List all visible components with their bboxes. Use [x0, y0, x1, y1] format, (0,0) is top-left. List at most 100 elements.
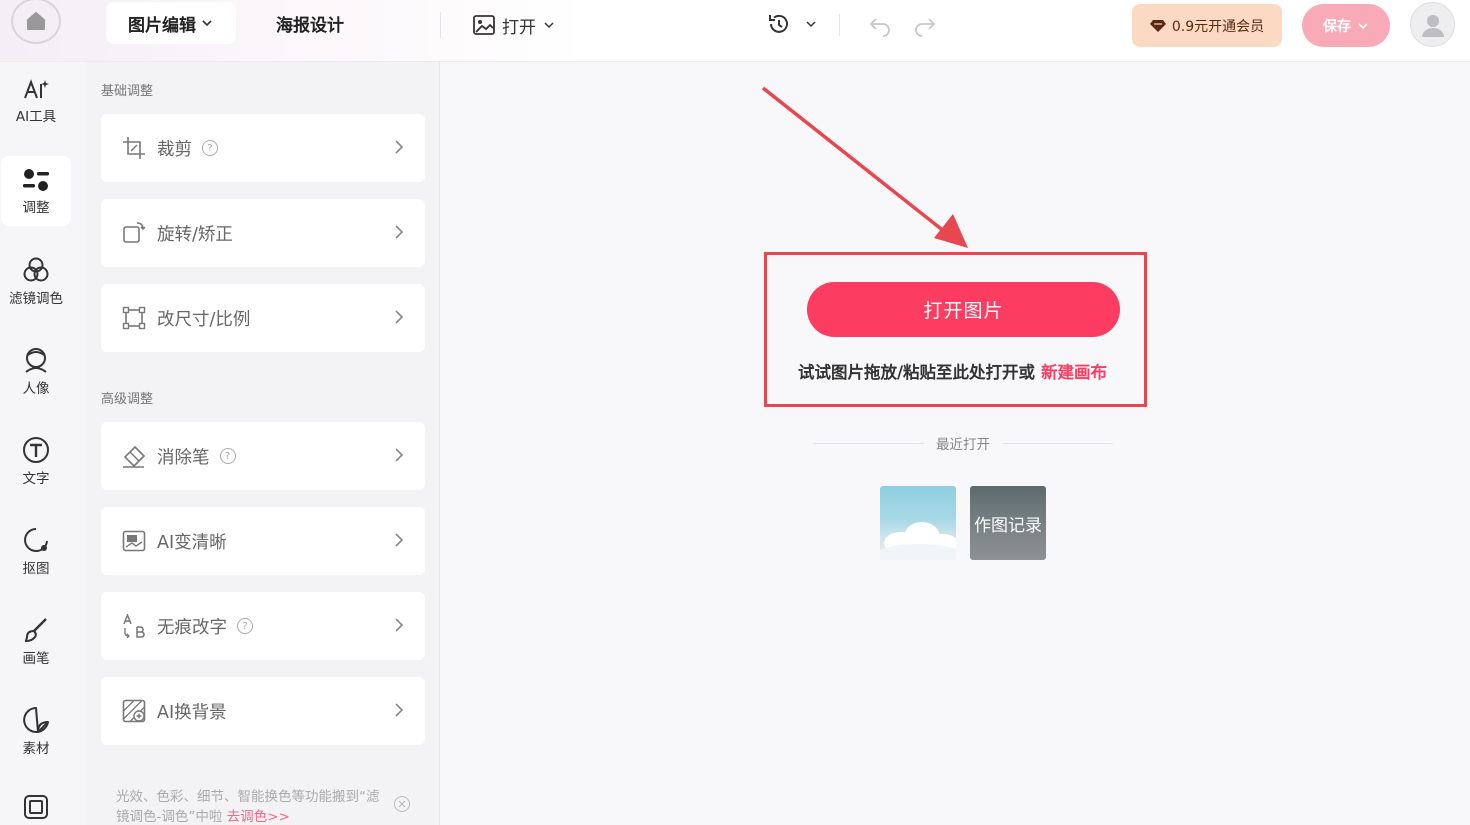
history-icon	[769, 14, 788, 33]
adjust-icon	[23, 168, 49, 191]
divider	[839, 14, 840, 36]
tool-crop-label: 裁剪	[157, 139, 192, 160]
recent-thumbnail[interactable]	[880, 486, 956, 560]
save-button[interactable]: 保存	[1302, 4, 1390, 47]
chevron-right-icon	[395, 618, 404, 632]
tool-text-replace[interactable]: 无痕改字 ?	[101, 592, 425, 660]
tool-resize-label: 改尺寸/比例	[157, 309, 251, 330]
tab-poster-design-label: 海报设计	[276, 15, 344, 36]
sticker-icon	[23, 706, 49, 733]
chevron-right-icon	[395, 533, 404, 547]
help-icon[interactable]: ?	[237, 618, 253, 634]
home-button[interactable]	[11, 0, 61, 44]
recent-divider: 最近打开	[813, 433, 1113, 453]
open-menu[interactable]: 打开	[472, 12, 556, 38]
help-icon[interactable]: ?	[219, 448, 236, 464]
rail-item-frame[interactable]	[1, 786, 71, 825]
avatar[interactable]	[1410, 2, 1455, 47]
chevron-right-icon	[395, 703, 404, 717]
tool-rotate[interactable]: 旋转/矫正	[101, 199, 425, 267]
tool-eraser[interactable]: 消除笔 ?	[101, 422, 425, 490]
recent-label: 最近打开	[936, 437, 990, 453]
chevron-down-icon	[1358, 22, 1368, 29]
tab-image-edit[interactable]: 图片编辑	[106, 2, 236, 44]
top-bar: 图片编辑 海报设计 打开 0.9元开通会员 保存	[0, 0, 1470, 62]
rail-item-label: 文字	[22, 470, 50, 487]
redo-button[interactable]	[913, 13, 937, 41]
rail-item-cutout[interactable]: 抠图	[1, 516, 71, 586]
resize-icon	[121, 305, 147, 331]
tool-resize[interactable]: 改尺寸/比例	[101, 284, 425, 352]
rail-item-portrait[interactable]: 人像	[1, 336, 71, 406]
home-icon	[27, 12, 45, 30]
open-image-button[interactable]: 打开图片	[807, 282, 1120, 337]
tool-ai-background[interactable]: AI换背景	[101, 677, 425, 745]
divider	[440, 12, 441, 38]
drop-hint: 试试图片拖放/粘贴至此处打开或 新建画布	[798, 359, 1107, 383]
cutout-icon	[24, 527, 48, 552]
rail-item-ai-tools[interactable]: AI工具	[1, 66, 71, 136]
rotate-icon	[121, 220, 147, 246]
rail-item-label: 素材	[22, 740, 50, 757]
undo-icon	[869, 18, 890, 37]
chevron-down-icon	[806, 21, 816, 28]
crop-icon	[121, 135, 147, 161]
background-icon	[121, 698, 147, 724]
section-title-advanced: 高级调整	[101, 392, 154, 407]
help-icon[interactable]: ?	[202, 140, 218, 156]
ai-tools-icon	[24, 78, 49, 98]
tool-rotate-label: 旋转/矫正	[157, 224, 233, 245]
chevron-down-icon	[202, 20, 212, 27]
left-rail: AI工具 调整 滤镜调色 人像 文字 抠图 画笔 素材	[0, 62, 86, 825]
rail-item-label: AI工具	[15, 108, 57, 125]
chevron-right-icon	[395, 140, 404, 154]
divider	[1002, 442, 1113, 444]
user-icon	[1421, 14, 1444, 37]
drop-hint-text: 试试图片拖放/粘贴至此处打开或	[798, 363, 1036, 382]
text-icon	[23, 436, 49, 463]
rail-item-label: 调整	[22, 199, 50, 216]
rail-item-adjust[interactable]: 调整	[1, 156, 71, 226]
tool-text-replace-label: 无痕改字	[157, 617, 227, 638]
rail-item-label: 滤镜调色	[9, 290, 63, 307]
filter-icon	[23, 257, 49, 281]
tool-ai-sharpen-label: AI变清晰	[157, 532, 227, 553]
section-title-basic: 基础调整	[101, 84, 154, 99]
close-icon[interactable]: ✕	[394, 796, 410, 812]
rail-item-brush[interactable]: 画笔	[1, 606, 71, 676]
frame-icon	[24, 795, 48, 819]
divider	[813, 442, 924, 444]
brush-icon	[24, 617, 47, 642]
tab-image-edit-label: 图片编辑	[128, 15, 196, 36]
tool-eraser-label: 消除笔	[157, 447, 210, 468]
panel-tip: 光效、色彩、细节、智能换色等功能搬到“滤镜调色-调色”中啦 去调色>>	[116, 787, 386, 825]
chevron-down-icon	[544, 22, 554, 29]
rail-item-filter[interactable]: 滤镜调色	[1, 246, 71, 316]
portrait-icon	[25, 347, 47, 373]
rail-item-label: 抠图	[22, 560, 50, 577]
tool-crop[interactable]: 裁剪 ?	[101, 114, 425, 182]
rail-item-sticker[interactable]: 素材	[1, 696, 71, 766]
eraser-icon	[121, 443, 147, 469]
adjust-panel: 基础调整 裁剪 ? 旋转/矫正 改尺寸/比例 高级调整 消除笔 ? AI变清晰 …	[86, 62, 440, 825]
tool-ai-sharpen[interactable]: AI变清晰	[101, 507, 425, 575]
chevron-right-icon	[395, 310, 404, 324]
tab-poster-design[interactable]: 海报设计	[276, 2, 344, 44]
image-icon	[473, 15, 495, 35]
new-canvas-link[interactable]: 新建画布	[1041, 363, 1107, 382]
panel-tip-link[interactable]: 去调色>>	[227, 809, 290, 825]
rail-item-label: 画笔	[22, 650, 50, 667]
rail-item-text[interactable]: 文字	[1, 426, 71, 496]
text-replace-icon	[121, 613, 147, 639]
tool-ai-background-label: AI换背景	[157, 702, 227, 723]
diamond-icon	[1149, 19, 1166, 32]
history-record-label: 作图记录	[974, 515, 1042, 536]
history-record-thumbnail[interactable]: 作图记录	[970, 486, 1046, 560]
undo-button[interactable]	[868, 13, 892, 41]
save-button-label: 保存	[1323, 18, 1351, 35]
redo-icon	[915, 18, 936, 37]
vip-button-label: 0.9元开通会员	[1171, 18, 1265, 35]
history-button[interactable]	[766, 11, 818, 37]
vip-button[interactable]: 0.9元开通会员	[1132, 4, 1282, 47]
chevron-right-icon	[395, 448, 404, 462]
